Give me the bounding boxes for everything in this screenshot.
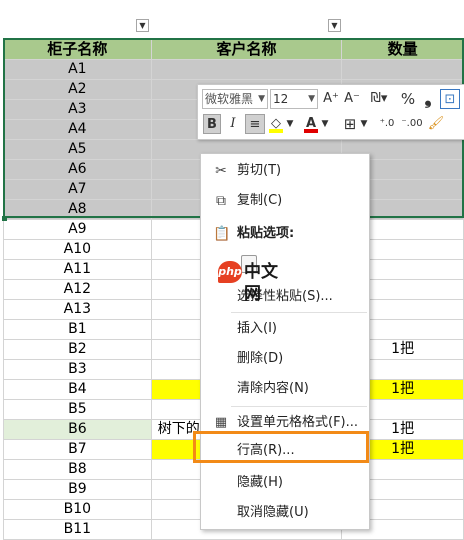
scissors-icon: ✂ — [215, 163, 227, 179]
chevron-down-icon: ▼ — [308, 94, 315, 104]
decrease-decimal-icon[interactable]: ⁻.00 — [400, 114, 424, 134]
cell-cabinet-name[interactable]: A10 — [3, 239, 152, 260]
cell-cabinet-name[interactable]: B4 — [3, 379, 152, 400]
menu-label: 清除内容(N) — [237, 381, 309, 396]
menu-label: 删除(D) — [237, 351, 284, 366]
clipboard-icon: 📋 — [213, 226, 231, 242]
cell-cabinet-name[interactable]: A6 — [3, 159, 152, 180]
currency-format-icon[interactable]: ₪▾ — [364, 89, 394, 109]
align-center-button[interactable]: ≡ — [245, 114, 265, 134]
cell-cabinet-name[interactable]: A2 — [3, 79, 152, 100]
cell-cabinet-name[interactable]: B11 — [3, 519, 152, 540]
php-logo-icon: php — [218, 261, 242, 283]
menu-separator — [231, 312, 367, 313]
menu-label: 插入(I) — [237, 321, 277, 336]
watermark-logo: php 中文网 — [218, 261, 288, 304]
increase-decimal-icon[interactable]: ⁺.0 — [376, 114, 398, 134]
cell-cabinet-name[interactable]: B3 — [3, 359, 152, 380]
header-row: 柜子名称 客户名称 数量 — [3, 38, 464, 60]
menu-item-hide[interactable]: 隐藏(H) — [201, 471, 369, 495]
font-color-swatch — [304, 129, 318, 133]
percent-icon[interactable]: % — [398, 89, 418, 109]
header-customer-name[interactable]: 客户名称 — [150, 38, 343, 60]
menu-item-copy[interactable]: ⧉ 复制(C) — [201, 189, 369, 213]
filter-dropdown-icon[interactable]: ▼ — [136, 19, 149, 32]
cell-cabinet-name[interactable]: B10 — [3, 499, 152, 520]
cell-cabinet-name[interactable]: A3 — [3, 99, 152, 120]
cell-cabinet-name[interactable]: A1 — [3, 59, 152, 80]
chevron-down-icon[interactable]: ▼ — [359, 114, 369, 134]
cell-cabinet-name[interactable]: A12 — [3, 279, 152, 300]
menu-item-insert[interactable]: 插入(I) — [201, 317, 369, 341]
copy-icon: ⧉ — [216, 193, 226, 209]
cell-cabinet-name[interactable]: A7 — [3, 179, 152, 200]
borders-icon[interactable]: ⊞ — [341, 114, 359, 134]
menu-item-unhide[interactable]: 取消隐藏(U) — [201, 501, 369, 525]
mini-format-toolbar: 微软雅黑 ▼ 12 ▼ A⁺ A⁻ ₪▾ % ❟ ⊡ B I ≡ ◇ ▼ A ▼ ⊞… — [197, 84, 464, 140]
cell-cabinet-name[interactable]: B1 — [3, 319, 152, 340]
cell-cabinet-name[interactable]: A9 — [3, 219, 152, 240]
menu-item-cut[interactable]: ✂ 剪切(T) — [201, 159, 369, 183]
menu-item-clear-contents[interactable]: 清除内容(N) — [201, 377, 369, 401]
font-name-select[interactable]: 微软雅黑 ▼ — [202, 89, 268, 109]
cell-cabinet-name[interactable]: A4 — [3, 119, 152, 140]
filter-dropdown-icon[interactable]: ▼ — [328, 19, 341, 32]
menu-label: 复制(C) — [237, 193, 283, 208]
cell-quantity[interactable] — [341, 59, 464, 80]
font-name-value: 微软雅黑 — [205, 92, 254, 106]
selection-fill-handle[interactable] — [2, 216, 7, 221]
cell-cabinet-name[interactable]: B9 — [3, 479, 152, 500]
menu-label: 粘贴选项: — [237, 226, 295, 241]
fill-color-icon[interactable]: ◇ — [268, 114, 284, 134]
header-cabinet-name[interactable]: 柜子名称 — [3, 38, 152, 60]
cell-cabinet-name[interactable]: B7 — [3, 439, 152, 460]
bold-button[interactable]: B — [203, 114, 221, 134]
italic-button[interactable]: I — [224, 114, 242, 134]
chevron-down-icon[interactable]: ▼ — [285, 114, 295, 134]
merge-cells-icon[interactable]: ⊡ — [440, 89, 460, 109]
cell-cabinet-name[interactable]: A13 — [3, 299, 152, 320]
header-quantity[interactable]: 数量 — [341, 38, 464, 60]
cell-cabinet-name[interactable]: A5 — [3, 139, 152, 160]
format-painter-icon[interactable]: 🖌 — [426, 114, 446, 134]
cell-cabinet-name[interactable]: A8 — [3, 199, 152, 220]
format-cells-icon: ▦ — [214, 415, 228, 430]
decrease-font-icon[interactable]: A⁻ — [342, 89, 362, 109]
increase-font-icon[interactable]: A⁺ — [321, 89, 341, 109]
cell-cabinet-name[interactable]: B5 — [3, 399, 152, 420]
menu-separator — [231, 406, 367, 407]
cell-cabinet-name[interactable]: B6 — [3, 419, 152, 440]
row-height-highlight-box — [193, 431, 369, 463]
comma-style-icon[interactable]: ❟ — [420, 89, 436, 109]
menu-label: 隐藏(H) — [237, 475, 283, 490]
chevron-down-icon: ▼ — [258, 94, 265, 104]
font-size-value: 12 — [273, 92, 289, 106]
menu-label: 取消隐藏(U) — [237, 505, 309, 520]
filter-strip: ▼ ▼ — [0, 0, 464, 36]
context-menu: ✂ 剪切(T) ⧉ 复制(C) 📋 粘贴选项: 选择性粘贴(S)... 插入(I… — [200, 153, 370, 530]
font-color-icon[interactable]: A — [303, 114, 319, 134]
cell-cabinet-name[interactable]: A11 — [3, 259, 152, 280]
chevron-down-icon[interactable]: ▼ — [320, 114, 330, 134]
watermark-text: 中文网 — [244, 262, 278, 304]
cell-cabinet-name[interactable]: B8 — [3, 459, 152, 480]
menu-item-delete[interactable]: 删除(D) — [201, 347, 369, 371]
cell-customer-name[interactable] — [150, 59, 343, 80]
table-row[interactable]: A1 — [3, 59, 464, 80]
menu-item-paste-options: 📋 粘贴选项: — [201, 222, 369, 246]
cell-cabinet-name[interactable]: B2 — [3, 339, 152, 360]
font-size-select[interactable]: 12 ▼ — [270, 89, 318, 109]
menu-label: 剪切(T) — [237, 163, 282, 178]
fill-color-swatch — [269, 129, 283, 133]
